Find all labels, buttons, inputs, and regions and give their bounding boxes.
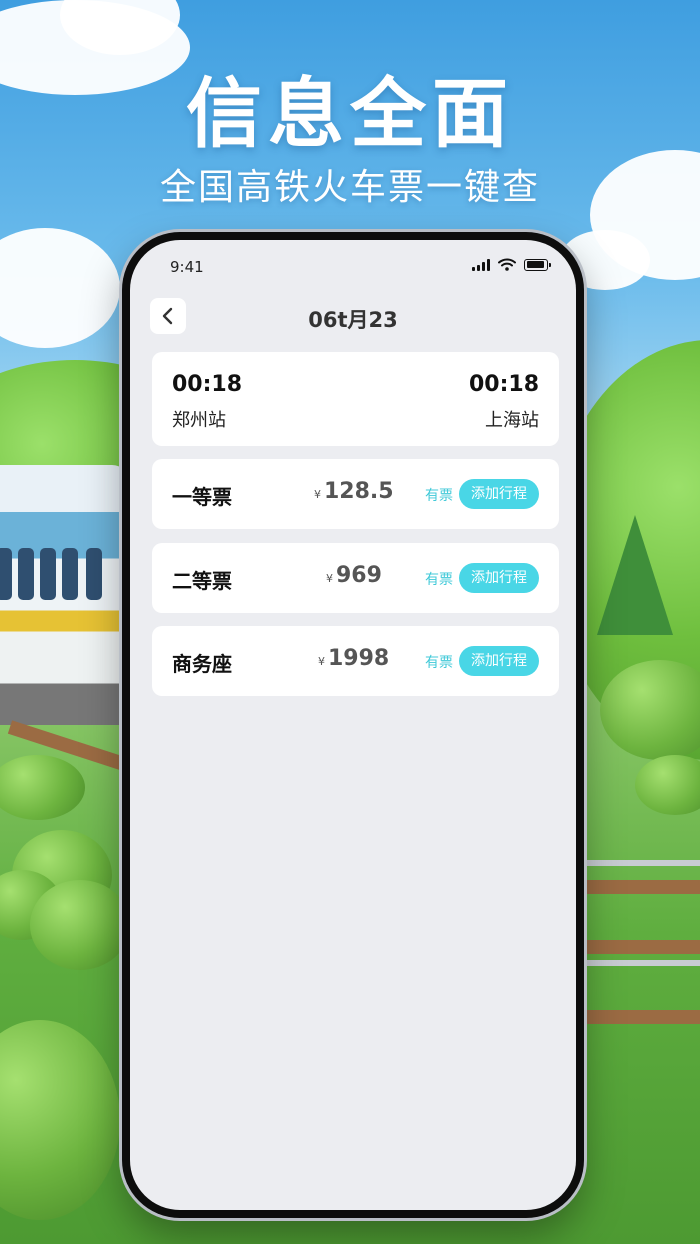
- availability-label: 有票: [425, 572, 453, 588]
- depart-station: 郑州站: [172, 410, 226, 431]
- signal-icon: [472, 258, 490, 271]
- ticket-price: ¥1998: [318, 646, 389, 671]
- depart-time: 00:18: [172, 372, 243, 397]
- route-card: 00:18 郑州站 00:18 上海站: [152, 352, 559, 446]
- add-itinerary-button[interactable]: 添加行程: [459, 479, 539, 509]
- wifi-icon: [498, 258, 516, 271]
- status-time: 9:41: [170, 258, 204, 276]
- ticket-name: 商务座: [172, 652, 232, 676]
- page-title: 06t月23: [308, 308, 398, 332]
- status-bar: 9:41: [170, 258, 551, 278]
- status-icons: [472, 258, 551, 271]
- ticket-name: 一等票: [172, 485, 232, 509]
- currency-symbol: ¥: [314, 488, 321, 501]
- currency-symbol: ¥: [318, 655, 325, 668]
- nav-bar: 06t月23: [130, 298, 576, 338]
- arrive-station: 上海站: [485, 410, 539, 431]
- currency-symbol: ¥: [326, 572, 333, 585]
- battery-icon: [524, 258, 551, 271]
- price-value: 1998: [328, 646, 390, 671]
- phone-screen: 9:41 06t月23 00:18 郑州站 00:18 上海站 一等票 ¥ 12…: [130, 240, 576, 1210]
- phone-frame: 9:41 06t月23 00:18 郑州站 00:18 上海站 一等票 ¥ 12…: [122, 232, 584, 1218]
- banner-subline: 全国高铁火车票一键查: [159, 167, 540, 208]
- ticket-price: ¥128.5: [314, 479, 394, 504]
- add-itinerary-button[interactable]: 添加行程: [459, 563, 539, 593]
- ticket-row-business-class: 商务座 ¥1998 有票 添加行程: [152, 626, 559, 696]
- banner-headline: 信息全面: [186, 69, 514, 158]
- ticket-price: ¥969: [326, 563, 382, 588]
- ticket-name: 二等票: [172, 569, 232, 593]
- ticket-row-first-class: 一等票 ¥128.5 有票 添加行程: [152, 459, 559, 529]
- availability-label: 有票: [425, 655, 453, 671]
- price-value: 128.5: [324, 479, 394, 504]
- arrive-time: 00:18: [468, 372, 539, 397]
- add-itinerary-button[interactable]: 添加行程: [459, 646, 539, 676]
- price-value: 969: [336, 563, 382, 588]
- availability-label: 有票: [425, 488, 453, 504]
- ticket-row-second-class: 二等票 ¥969 有票 添加行程: [152, 543, 559, 613]
